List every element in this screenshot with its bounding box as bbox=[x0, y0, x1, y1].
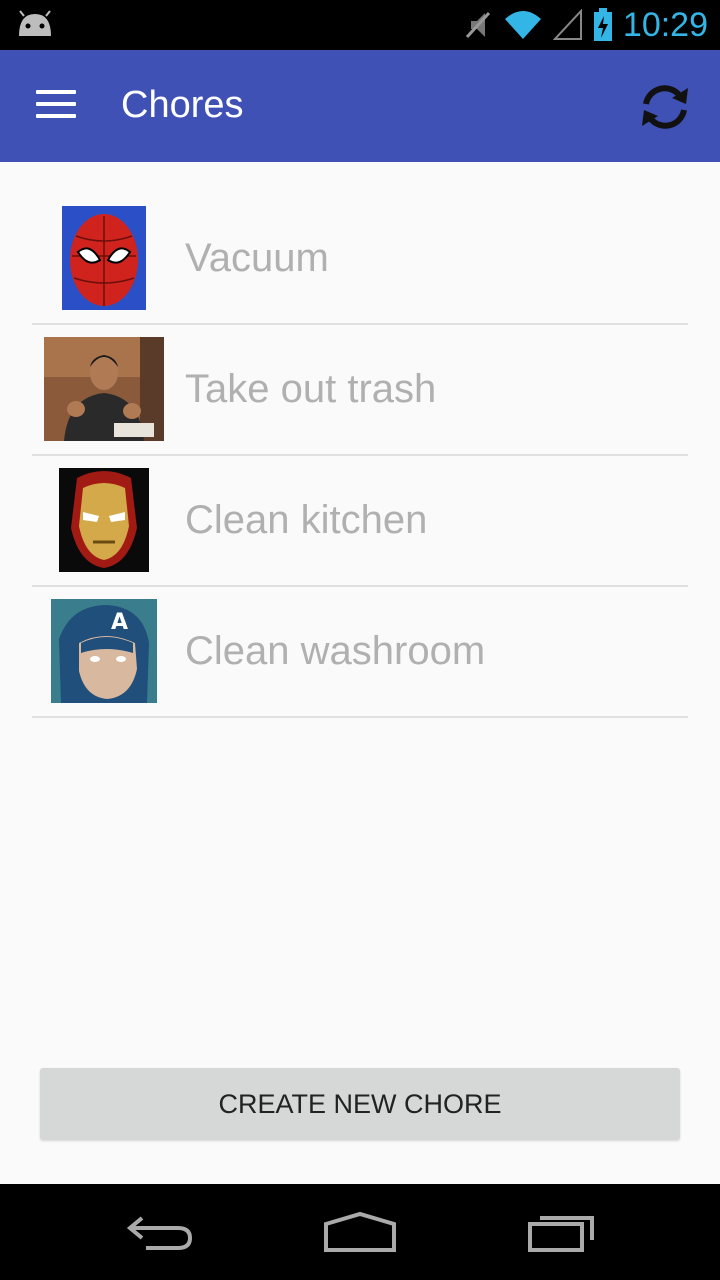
ironman-avatar bbox=[59, 468, 149, 572]
navigation-bar bbox=[0, 1184, 720, 1280]
wifi-icon bbox=[504, 11, 541, 39]
hamburger-menu-icon[interactable] bbox=[36, 90, 76, 122]
mute-icon bbox=[465, 11, 491, 39]
chore-list: Vacuum Take out trash Clean kitchen A Cl… bbox=[32, 194, 688, 718]
status-clock: 10:29 bbox=[622, 5, 708, 44]
chore-label: Take out trash bbox=[185, 367, 437, 411]
chore-label: Clean kitchen bbox=[185, 498, 428, 542]
app-bar: Chores bbox=[0, 50, 720, 162]
chore-label: Vacuum bbox=[185, 236, 329, 280]
list-item[interactable]: Vacuum bbox=[32, 194, 688, 325]
back-icon[interactable] bbox=[124, 1208, 196, 1256]
list-item[interactable]: A Clean washroom bbox=[32, 587, 688, 718]
svg-text:A: A bbox=[111, 610, 128, 635]
signal-icon bbox=[552, 9, 582, 40]
page-title: Chores bbox=[121, 84, 244, 126]
create-new-chore-button[interactable]: CREATE NEW CHORE bbox=[40, 1068, 680, 1140]
list-item[interactable]: Clean kitchen bbox=[32, 456, 688, 587]
recent-apps-icon[interactable] bbox=[524, 1208, 600, 1256]
refresh-icon[interactable] bbox=[636, 82, 694, 132]
android-icon bbox=[19, 10, 51, 36]
home-icon[interactable] bbox=[322, 1208, 398, 1256]
chore-label: Clean washroom bbox=[185, 629, 486, 673]
captain-america-avatar: A bbox=[51, 599, 157, 703]
spiderman-avatar bbox=[62, 206, 146, 310]
list-item[interactable]: Take out trash bbox=[32, 325, 688, 456]
status-icons: 10:29 bbox=[463, 0, 708, 50]
battery-charging-icon bbox=[593, 8, 612, 41]
person-photo-avatar bbox=[44, 337, 164, 441]
status-bar: 10:29 bbox=[0, 0, 720, 50]
